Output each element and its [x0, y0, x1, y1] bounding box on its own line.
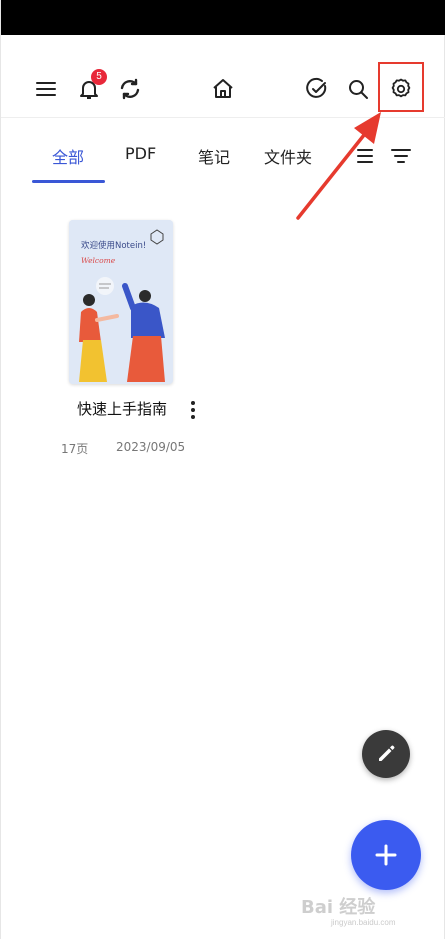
more-dot: [191, 401, 195, 405]
view-toggle-button[interactable]: [349, 142, 377, 170]
sort-button[interactable]: [387, 142, 415, 170]
document-thumbnail[interactable]: 欢迎使用Notein! Welcome: [69, 220, 173, 384]
home-button[interactable]: [206, 72, 240, 106]
app-screen: 5 全部 PDF 笔记 文件夹 欢迎使用Notein! Welcome 快速上手…: [0, 0, 445, 939]
more-dot: [191, 408, 195, 412]
active-tab-indicator: [32, 180, 105, 183]
tab-pdf[interactable]: PDF: [125, 144, 156, 163]
filter-tabs: 全部 PDF 笔记 文件夹: [1, 130, 445, 186]
menu-icon: [36, 82, 56, 96]
tab-all[interactable]: 全部: [52, 144, 84, 168]
svg-text:Welcome: Welcome: [81, 256, 116, 265]
document-date: 2023/09/05: [116, 440, 186, 454]
search-icon: [349, 80, 368, 99]
quick-note-button[interactable]: [362, 730, 410, 778]
plus-icon: [375, 844, 397, 866]
document-title[interactable]: 快速上手指南: [77, 398, 167, 419]
pencil-icon: [379, 745, 395, 761]
list-view-icon: [357, 149, 373, 163]
status-bar: [1, 0, 445, 35]
watermark-url: jingyan.baidu.com: [331, 918, 396, 927]
home-icon: [213, 79, 233, 98]
more-options-button[interactable]: [185, 398, 201, 422]
menu-button[interactable]: [29, 72, 63, 106]
watermark-logo: Bai 经验: [301, 897, 376, 918]
more-dot: [191, 415, 195, 419]
notifications-button[interactable]: 5: [72, 69, 107, 106]
notification-badge: 5: [91, 69, 107, 85]
tab-notes[interactable]: 笔记: [198, 144, 230, 168]
sync-button[interactable]: [113, 72, 147, 106]
sync-icon: [120, 78, 140, 100]
sort-icon: [391, 149, 411, 163]
svg-text:欢迎使用Notein!: 欢迎使用Notein!: [81, 240, 146, 251]
welcome-illustration: 欢迎使用Notein! Welcome: [69, 220, 173, 384]
tab-folders[interactable]: 文件夹: [264, 144, 312, 168]
check-circle-icon: [306, 77, 327, 98]
create-new-button[interactable]: [351, 820, 421, 890]
document-page-count: 17页: [61, 442, 89, 456]
